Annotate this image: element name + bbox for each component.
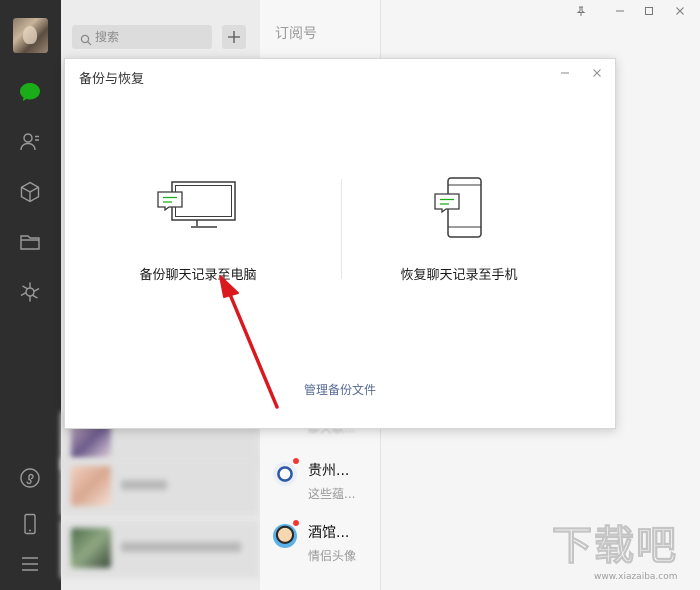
chat-avatar xyxy=(273,524,297,548)
unread-badge xyxy=(293,458,299,464)
column-title: 订阅号 xyxy=(275,26,317,42)
list-item[interactable] xyxy=(61,458,260,516)
dialog-close-button[interactable] xyxy=(589,65,605,81)
watermark-url: www.xiazaiba.com xyxy=(594,572,678,582)
search-box[interactable] xyxy=(72,25,212,49)
moments-icon[interactable] xyxy=(18,280,42,304)
restore-to-phone-label: 恢复聊天记录至手机 xyxy=(400,268,518,283)
collections-icon[interactable] xyxy=(18,180,42,204)
phone-icon[interactable] xyxy=(18,512,42,536)
backup-to-pc-option[interactable]: 备份聊天记录至电脑 xyxy=(88,177,308,287)
dialog-title: 备份与恢复 xyxy=(79,72,145,87)
menu-icon[interactable] xyxy=(18,552,42,576)
dialog-minimize-button[interactable] xyxy=(557,65,573,81)
user-avatar[interactable] xyxy=(13,18,48,53)
chat-item[interactable]: 酒馆... 情侣头像 xyxy=(260,514,380,576)
files-icon[interactable] xyxy=(18,230,42,254)
phone-chat-icon xyxy=(434,177,484,243)
options-divider xyxy=(341,179,342,279)
chat-avatar xyxy=(273,462,297,486)
watermark-logo: 下载吧 www.xiazaiba.com xyxy=(552,522,698,588)
contacts-icon[interactable] xyxy=(18,130,42,154)
list-item[interactable] xyxy=(61,520,260,578)
backup-to-pc-label: 备份聊天记录至电脑 xyxy=(139,268,257,283)
search-input[interactable] xyxy=(95,28,205,46)
minimize-window-button[interactable] xyxy=(613,4,627,18)
search-icon xyxy=(80,31,92,46)
maximize-window-button[interactable] xyxy=(642,4,656,18)
unread-badge xyxy=(293,520,299,526)
monitor-chat-icon xyxy=(157,177,239,237)
backup-restore-dialog: 备份与恢复 备份聊天记录至电脑 恢复聊天记录至手机 管理备份文件 xyxy=(64,58,616,429)
miniprogram-icon[interactable] xyxy=(18,466,42,490)
manage-backup-files-link[interactable]: 管理备份文件 xyxy=(65,381,615,398)
watermark-text: 下载吧 xyxy=(552,523,678,570)
chat-item[interactable]: 贵州... 这些蕴... xyxy=(260,452,380,514)
restore-to-phone-option[interactable]: 恢复聊天记录至手机 xyxy=(349,177,569,287)
close-window-button[interactable] xyxy=(673,4,687,18)
add-button[interactable] xyxy=(222,25,246,49)
plus-icon xyxy=(228,31,240,43)
chat-icon[interactable] xyxy=(18,80,42,104)
nav-sidebar xyxy=(0,0,61,590)
pin-button[interactable] xyxy=(574,4,588,18)
